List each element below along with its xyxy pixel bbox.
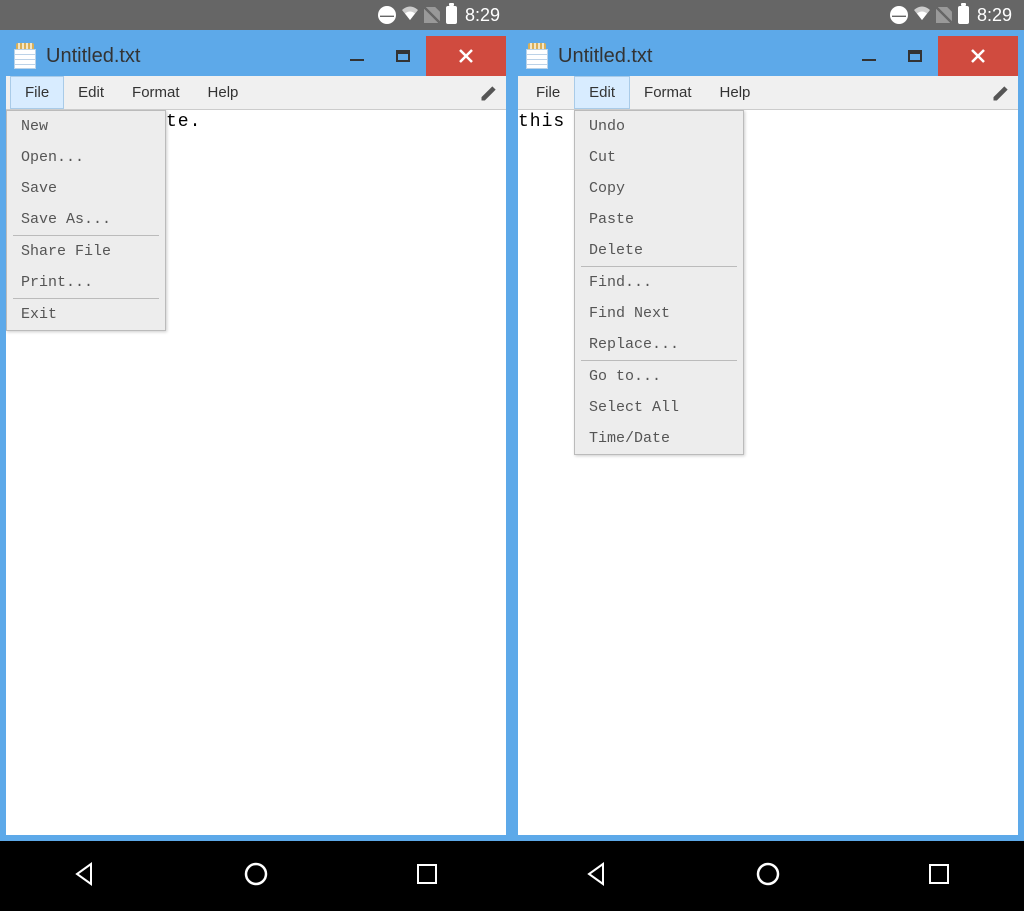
text-editor[interactable]: this Undo Cut Copy Paste Delete Find... … [518,110,1018,835]
dnd-icon: — [890,6,908,24]
edit-cut[interactable]: Cut [575,142,743,173]
notepad-window: Untitled.txt File Edit Format Help [518,36,1018,835]
no-sim-icon [936,7,952,23]
window-title: Untitled.txt [558,45,652,68]
maximize-button[interactable] [892,36,938,76]
menu-edit[interactable]: Edit [64,76,118,109]
editor-text: te. [166,112,201,132]
file-new[interactable]: New [7,111,165,142]
edit-pencil-icon[interactable] [472,76,506,109]
status-bar: — 8:29 [0,0,512,30]
menu-help[interactable]: Help [194,76,253,109]
edit-paste[interactable]: Paste [575,204,743,235]
file-save-as[interactable]: Save As... [7,204,165,235]
nav-back[interactable] [583,860,611,893]
status-time: 8:29 [465,5,500,26]
window-title: Untitled.txt [46,45,140,68]
edit-select-all[interactable]: Select All [575,392,743,423]
menubar: File Edit Format Help [6,76,506,110]
nav-back[interactable] [71,860,99,893]
titlebar: Untitled.txt [6,36,506,76]
close-button[interactable] [938,36,1018,76]
nav-recent[interactable] [925,860,953,893]
file-save[interactable]: Save [7,173,165,204]
nav-home[interactable] [242,860,270,893]
android-navbar [512,841,1024,911]
close-button[interactable] [426,36,506,76]
edit-delete[interactable]: Delete [575,235,743,266]
menubar: File Edit Format Help [518,76,1018,110]
edit-dropdown: Undo Cut Copy Paste Delete Find... Find … [574,110,744,455]
menu-format[interactable]: Format [630,76,706,109]
status-time: 8:29 [977,5,1012,26]
file-exit[interactable]: Exit [7,299,165,330]
menu-file[interactable]: File [10,76,64,109]
notepad-icon [526,43,548,69]
battery-icon [958,6,969,24]
edit-replace[interactable]: Replace... [575,329,743,360]
dnd-icon: — [378,6,396,24]
edit-find[interactable]: Find... [575,267,743,298]
minimize-button[interactable] [846,36,892,76]
nav-home[interactable] [754,860,782,893]
edit-find-next[interactable]: Find Next [575,298,743,329]
text-editor[interactable]: te. New Open... Save Save As... Share Fi… [6,110,506,835]
menu-file[interactable]: File [522,76,574,109]
android-navbar [0,841,512,911]
menu-edit[interactable]: Edit [574,76,630,109]
edit-undo[interactable]: Undo [575,111,743,142]
wifi-icon [400,5,420,26]
edit-time-date[interactable]: Time/Date [575,423,743,454]
nav-recent[interactable] [413,860,441,893]
battery-icon [446,6,457,24]
edit-goto[interactable]: Go to... [575,361,743,392]
menu-help[interactable]: Help [706,76,765,109]
file-open[interactable]: Open... [7,142,165,173]
file-share[interactable]: Share File [7,236,165,267]
notepad-window: Untitled.txt File Edit Format Help [6,36,506,835]
notepad-icon [14,43,36,69]
editor-text: this [518,112,565,132]
maximize-button[interactable] [380,36,426,76]
status-bar: — 8:29 [512,0,1024,30]
file-dropdown: New Open... Save Save As... Share File P… [6,110,166,331]
file-print[interactable]: Print... [7,267,165,298]
edit-pencil-icon[interactable] [984,76,1018,109]
no-sim-icon [424,7,440,23]
menu-format[interactable]: Format [118,76,194,109]
edit-copy[interactable]: Copy [575,173,743,204]
titlebar: Untitled.txt [518,36,1018,76]
minimize-button[interactable] [334,36,380,76]
wifi-icon [912,5,932,26]
